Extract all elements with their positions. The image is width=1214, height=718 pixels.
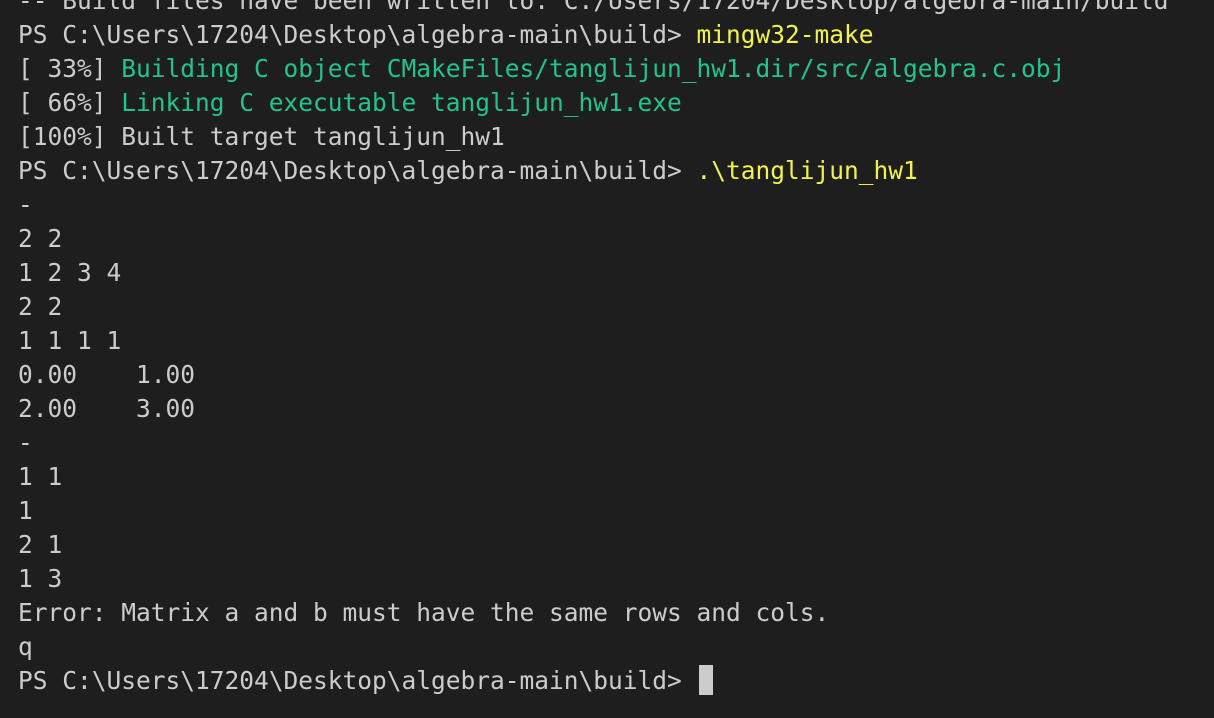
command-text: .\tanglijun_hw1 — [696, 156, 918, 185]
shell-prompt: PS C:\Users\17204\Desktop\algebra-main\b… — [18, 666, 697, 695]
output-text: 0.00 1.00 — [18, 360, 196, 389]
terminal-line: [ 66%] Linking C executable tanglijun_hw… — [18, 86, 1169, 120]
terminal-line: 2 2 — [18, 222, 1169, 256]
terminal-line: 2 1 — [18, 528, 1169, 562]
output-text: [100%] Built target tanglijun_hw1 — [18, 122, 505, 151]
terminal-line: 1 1 1 1 — [18, 324, 1169, 358]
terminal-line: - — [18, 188, 1169, 222]
shell-prompt: PS C:\Users\17204\Desktop\algebra-main\b… — [18, 156, 697, 185]
output-text: q — [18, 632, 33, 661]
terminal-window[interactable]: -- Build files have been written to: C:/… — [0, 0, 1214, 718]
terminal-output: -- Build files have been written to: C:/… — [18, 0, 1169, 698]
terminal-line: PS C:\Users\17204\Desktop\algebra-main\b… — [18, 154, 1169, 188]
build-percent: [ 33%] — [18, 54, 122, 83]
terminal-line: Error: Matrix a and b must have the same… — [18, 596, 1169, 630]
build-percent: [ 66%] — [18, 88, 122, 117]
output-text: Error: Matrix a and b must have the same… — [18, 598, 830, 627]
shell-prompt: PS C:\Users\17204\Desktop\algebra-main\b… — [18, 20, 697, 49]
output-text: 2.00 3.00 — [18, 394, 196, 423]
terminal-line: 1 3 — [18, 562, 1169, 596]
output-text: 2 2 — [18, 292, 63, 321]
output-text: 1 2 3 4 — [18, 258, 122, 287]
output-text: 1 3 — [18, 564, 63, 593]
terminal-line: PS C:\Users\17204\Desktop\algebra-main\b… — [18, 18, 1169, 52]
output-text: 1 — [18, 496, 33, 525]
terminal-line: 0.00 1.00 — [18, 358, 1169, 392]
terminal-line: 1 1 — [18, 460, 1169, 494]
command-text: mingw32-make — [696, 20, 874, 49]
text-cursor[interactable] — [698, 665, 713, 695]
build-message: Linking C executable tanglijun_hw1.exe — [121, 88, 682, 117]
terminal-line: 1 2 3 4 — [18, 256, 1169, 290]
terminal-line: - — [18, 426, 1169, 460]
terminal-line: -- Build files have been written to: C:/… — [18, 0, 1169, 18]
output-text: 2 2 — [18, 224, 63, 253]
terminal-line: 1 — [18, 494, 1169, 528]
output-text: - — [18, 428, 33, 457]
output-text: -- Build files have been written to: C:/… — [18, 0, 1169, 15]
terminal-line: [ 33%] Building C object CMakeFiles/tang… — [18, 52, 1169, 86]
terminal-line: 2.00 3.00 — [18, 392, 1169, 426]
output-text: 2 1 — [18, 530, 63, 559]
output-text: 1 1 1 1 — [18, 326, 122, 355]
build-message: Building C object CMakeFiles/tanglijun_h… — [121, 54, 1066, 83]
terminal-line: q — [18, 630, 1169, 664]
output-text: 1 1 — [18, 462, 63, 491]
output-text: - — [18, 190, 33, 219]
terminal-line: [100%] Built target tanglijun_hw1 — [18, 120, 1169, 154]
terminal-line: PS C:\Users\17204\Desktop\algebra-main\b… — [18, 664, 1169, 698]
terminal-line: 2 2 — [18, 290, 1169, 324]
